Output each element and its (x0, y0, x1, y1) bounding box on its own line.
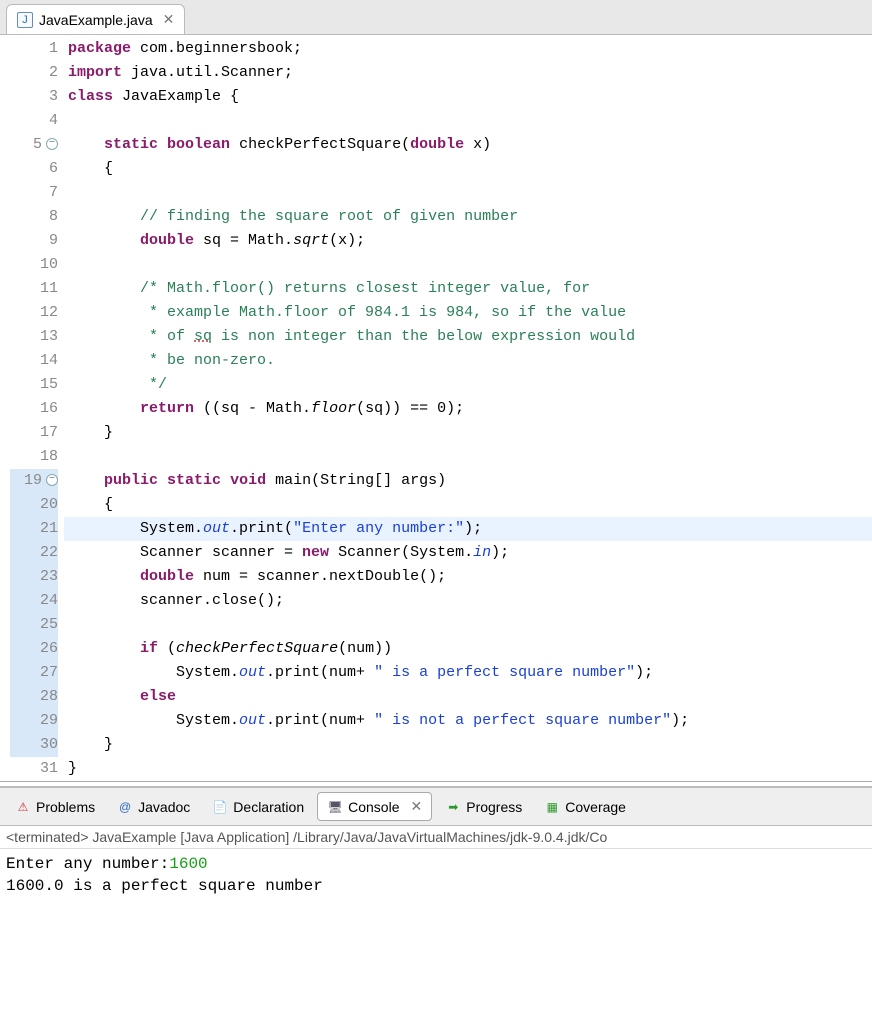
code-line[interactable]: return ((sq - Math.floor(sq)) == 0); (64, 397, 872, 421)
line-number: 8 (10, 205, 58, 229)
line-number: 18 (10, 445, 58, 469)
line-number: 25 (10, 613, 58, 637)
line-number: 20 (10, 493, 58, 517)
console-prompt: Enter any number: (6, 855, 169, 873)
view-tab-label: Coverage (565, 799, 626, 815)
line-number: 22 (10, 541, 58, 565)
line-number: 17 (10, 421, 58, 445)
view-tab-problems[interactable]: ⚠ Problems (6, 794, 104, 820)
view-tab-label: Declaration (233, 799, 304, 815)
file-tab-label: JavaExample.java (39, 12, 153, 28)
code-line[interactable]: * example Math.floor of 984.1 is 984, so… (64, 301, 872, 325)
line-number: 2 (10, 61, 58, 85)
file-tab[interactable]: J JavaExample.java ✕ (6, 4, 185, 34)
code-line[interactable]: class JavaExample { (64, 85, 872, 109)
code-line[interactable]: import java.util.Scanner; (64, 61, 872, 85)
code-line[interactable]: if (checkPerfectSquare(num)) (64, 637, 872, 661)
line-number: 30 (10, 733, 58, 757)
code-line[interactable]: */ (64, 373, 872, 397)
view-tab-label: Progress (466, 799, 522, 815)
code-line[interactable] (64, 253, 872, 277)
line-number: 21 (10, 517, 58, 541)
code-line[interactable] (64, 613, 872, 637)
code-line[interactable]: } (64, 757, 872, 781)
view-tab-coverage[interactable]: ▦ Coverage (535, 794, 635, 820)
problems-icon: ⚠ (15, 799, 31, 815)
code-line[interactable]: double num = scanner.nextDouble(); (64, 565, 872, 589)
line-number: 31 (10, 757, 58, 781)
editor-panel: J JavaExample.java ✕ 12345−6789101112131… (0, 0, 872, 782)
view-tab-label: Javadoc (138, 799, 190, 815)
view-tab-declaration[interactable]: 📄 Declaration (203, 794, 313, 820)
progress-icon: ➡ (445, 799, 461, 815)
code-line[interactable]: * of sq is non integer than the below ex… (64, 325, 872, 349)
line-number: 14 (10, 349, 58, 373)
java-file-icon: J (17, 12, 33, 28)
fold-toggle-icon[interactable]: − (46, 474, 58, 486)
line-number: 9 (10, 229, 58, 253)
code-line[interactable]: * be non-zero. (64, 349, 872, 373)
line-number-gutter: 12345−678910111213141516171819−202122232… (0, 37, 64, 781)
line-number: 12 (10, 301, 58, 325)
line-number: 26 (10, 637, 58, 661)
console-output: Enter any number:1600 1600.0 is a perfec… (0, 849, 872, 901)
line-number: 3 (10, 85, 58, 109)
line-number: 27 (10, 661, 58, 685)
code-line[interactable]: } (64, 733, 872, 757)
view-tab-label: Problems (36, 799, 95, 815)
javadoc-icon: @ (117, 799, 133, 815)
tab-bar: J JavaExample.java ✕ (0, 0, 872, 35)
line-number: 1 (10, 37, 58, 61)
code-line[interactable]: } (64, 421, 872, 445)
line-number: 16 (10, 397, 58, 421)
view-tab-label: Console (348, 799, 399, 815)
line-number: 13 (10, 325, 58, 349)
line-number: 23 (10, 565, 58, 589)
console-user-input: 1600 (169, 855, 207, 873)
code-line[interactable]: { (64, 493, 872, 517)
code-line[interactable]: Scanner scanner = new Scanner(System.in)… (64, 541, 872, 565)
code-line[interactable]: System.out.print(num+ " is not a perfect… (64, 709, 872, 733)
declaration-icon: 📄 (212, 799, 228, 815)
code-line[interactable]: { (64, 157, 872, 181)
close-icon[interactable]: ✕ (163, 11, 175, 28)
view-tab-javadoc[interactable]: @ Javadoc (108, 794, 199, 820)
line-number: 11 (10, 277, 58, 301)
code-line[interactable]: System.out.print("Enter any number:"); (64, 517, 872, 541)
code-line[interactable]: public static void main(String[] args) (64, 469, 872, 493)
line-number: 6 (10, 157, 58, 181)
line-number: 24 (10, 589, 58, 613)
line-number: 4 (10, 109, 58, 133)
code-line[interactable]: static boolean checkPerfectSquare(double… (64, 133, 872, 157)
line-number: 10 (10, 253, 58, 277)
code-line[interactable] (64, 109, 872, 133)
code-line[interactable]: else (64, 685, 872, 709)
code-line[interactable]: // finding the square root of given numb… (64, 205, 872, 229)
coverage-icon: ▦ (544, 799, 560, 815)
console-icon: 🖥 (327, 799, 343, 815)
line-number: 28 (10, 685, 58, 709)
code-line[interactable]: double sq = Math.sqrt(x); (64, 229, 872, 253)
line-number: 19− (10, 469, 58, 493)
code-line[interactable] (64, 445, 872, 469)
code-area[interactable]: 12345−678910111213141516171819−202122232… (0, 35, 872, 781)
line-number: 5− (10, 133, 58, 157)
console-result-line: 1600.0 is a perfect square number (6, 875, 866, 897)
line-number: 29 (10, 709, 58, 733)
code-line[interactable]: /* Math.floor() returns closest integer … (64, 277, 872, 301)
view-tab-bar: ⚠ Problems @ Javadoc 📄 Declaration 🖥 Console ✕ ➡ P… (0, 788, 872, 826)
code-lines[interactable]: package com.beginnersbook;import java.ut… (64, 37, 872, 781)
line-number: 7 (10, 181, 58, 205)
bottom-panel: ⚠ Problems @ Javadoc 📄 Declaration 🖥 Console ✕ ➡ P… (0, 786, 872, 901)
view-tab-progress[interactable]: ➡ Progress (436, 794, 531, 820)
close-icon[interactable]: ✕ (411, 798, 423, 815)
fold-toggle-icon[interactable]: − (46, 138, 58, 150)
code-line[interactable] (64, 181, 872, 205)
view-tab-console[interactable]: 🖥 Console ✕ (317, 792, 432, 821)
code-line[interactable]: package com.beginnersbook; (64, 37, 872, 61)
code-line[interactable]: System.out.print(num+ " is a perfect squ… (64, 661, 872, 685)
line-number: 15 (10, 373, 58, 397)
console-status: <terminated> JavaExample [Java Applicati… (0, 826, 872, 849)
code-line[interactable]: scanner.close(); (64, 589, 872, 613)
